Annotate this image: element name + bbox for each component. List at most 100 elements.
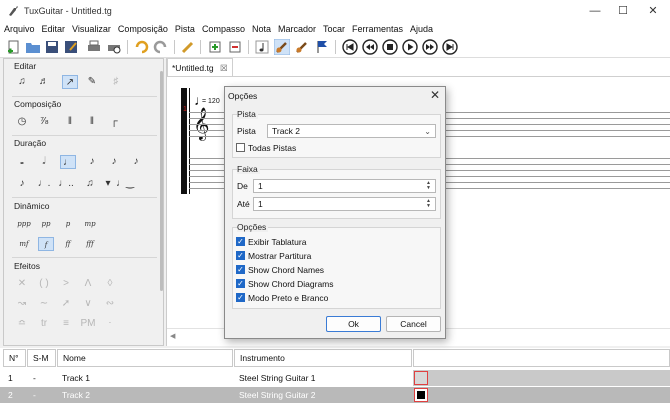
col-header-instrument[interactable]: Instrumento bbox=[234, 349, 412, 367]
col-header-solo-mute[interactable]: S-M bbox=[27, 349, 56, 367]
quarter-note-icon[interactable]: ♩ bbox=[60, 155, 76, 169]
alternate-ending-icon[interactable]: ┌ bbox=[106, 115, 122, 129]
track-solo-mute[interactable]: - bbox=[28, 387, 36, 403]
select-cursor-icon[interactable]: ↗ bbox=[62, 75, 78, 89]
table-row[interactable]: 2 - Track 2 Steel String Guitar 2 bbox=[0, 387, 670, 403]
mostrar-partitura-checkbox[interactable]: ✓ bbox=[236, 251, 245, 260]
time-signature-icon[interactable]: ⅞ bbox=[36, 115, 52, 129]
guitar-icon[interactable] bbox=[294, 39, 310, 55]
dynamic-mf-button[interactable]: mf bbox=[16, 237, 32, 251]
track-select[interactable]: Track 2 ⌄ bbox=[267, 124, 436, 138]
menu-arquivo[interactable]: Arquivo bbox=[4, 24, 35, 34]
add-track-icon[interactable] bbox=[207, 39, 223, 55]
heavy-accent-icon[interactable]: Λ bbox=[80, 277, 96, 291]
edit-chord-icon[interactable]: ♯ bbox=[108, 75, 124, 89]
tremolo-bar-icon[interactable]: ∼ bbox=[36, 297, 52, 311]
first-measure-icon[interactable] bbox=[342, 39, 358, 55]
tapping-icon[interactable]: ≏ bbox=[14, 317, 30, 331]
dynamic-pp-button[interactable]: pp bbox=[38, 217, 54, 231]
repeat-open-icon[interactable]: ‖ bbox=[62, 115, 78, 129]
menu-editar[interactable]: Editar bbox=[42, 24, 66, 34]
show-chord-names-checkbox[interactable]: ✓ bbox=[236, 265, 245, 274]
ghost-note-icon[interactable]: ( ) bbox=[36, 277, 52, 291]
menu-composicao[interactable]: Composição bbox=[118, 24, 168, 34]
measure-cell[interactable] bbox=[414, 388, 428, 402]
print-icon[interactable] bbox=[86, 39, 102, 55]
menu-pista[interactable]: Pista bbox=[175, 24, 195, 34]
scroll-left-icon[interactable]: ◀ bbox=[170, 332, 175, 340]
whole-note-icon[interactable]: 𝅝 bbox=[14, 155, 30, 169]
exibir-tablatura-checkbox[interactable]: ✓ bbox=[236, 237, 245, 246]
show-chord-diagrams-checkbox[interactable]: ✓ bbox=[236, 279, 245, 288]
marker-flag-icon[interactable] bbox=[314, 39, 330, 55]
edit-pencil-icon[interactable] bbox=[180, 39, 196, 55]
dynamic-ppp-button[interactable]: ppp bbox=[16, 217, 32, 231]
new-file-icon[interactable] bbox=[6, 39, 22, 55]
edit-pen-icon[interactable]: ✎ bbox=[84, 75, 100, 89]
measure-cell[interactable] bbox=[414, 371, 428, 385]
ate-spinner[interactable]: 1 ▲ ▼ bbox=[253, 197, 436, 211]
close-window-button[interactable]: ✕ bbox=[638, 0, 668, 22]
dialog-close-icon[interactable]: ✕ bbox=[430, 88, 440, 102]
tab-close-icon[interactable]: ☒ bbox=[220, 63, 228, 73]
minimize-button[interactable]: — bbox=[580, 0, 610, 22]
tremolo-picking-icon[interactable]: ≡ bbox=[58, 317, 74, 331]
edit-tab-icon[interactable]: ♬ bbox=[36, 75, 52, 89]
dotted-note-icon[interactable]: ♩. bbox=[36, 177, 52, 191]
dead-note-icon[interactable]: ✕ bbox=[14, 277, 30, 291]
dynamic-ff-button[interactable]: ff bbox=[60, 237, 76, 251]
col-header-num[interactable]: N° bbox=[3, 349, 26, 367]
tied-note-icon[interactable]: ♩‿ bbox=[116, 177, 134, 191]
menu-tocar[interactable]: Tocar bbox=[323, 24, 345, 34]
stop-icon[interactable] bbox=[382, 39, 398, 55]
play-icon[interactable] bbox=[402, 39, 418, 55]
menu-nota[interactable]: Nota bbox=[252, 24, 271, 34]
sixty-fourth-note-icon[interactable]: ♪ bbox=[14, 177, 30, 191]
spinner-arrows-icon[interactable]: ▲ ▼ bbox=[424, 181, 433, 191]
sixteenth-note-icon[interactable]: ♪ bbox=[106, 155, 122, 169]
open-file-icon[interactable] bbox=[25, 39, 41, 55]
de-spinner[interactable]: 1 ▲ ▼ bbox=[253, 179, 436, 193]
todas-pistas-checkbox[interactable] bbox=[236, 143, 245, 152]
tuplet-icon[interactable]: ♫ bbox=[82, 177, 98, 191]
redo-icon[interactable] bbox=[153, 39, 169, 55]
menu-ferramentas[interactable]: Ferramentas bbox=[352, 24, 403, 34]
dynamic-fff-button[interactable]: fff bbox=[82, 237, 98, 251]
edit-notes-icon[interactable]: ♫ bbox=[14, 75, 30, 89]
double-dotted-note-icon[interactable]: ♩.. bbox=[58, 177, 74, 191]
hammer-on-icon[interactable]: ∨ bbox=[80, 297, 96, 311]
bend-icon[interactable]: ↝ bbox=[14, 297, 30, 311]
menu-marcador[interactable]: Marcador bbox=[278, 24, 316, 34]
vibrato-icon[interactable]: ∾ bbox=[102, 297, 118, 311]
tempo-clock-icon[interactable]: ◷ bbox=[14, 115, 30, 129]
accent-icon[interactable]: > bbox=[58, 277, 74, 291]
tuplet-dropdown-icon[interactable]: ▾ bbox=[100, 177, 116, 191]
save-icon[interactable] bbox=[44, 39, 60, 55]
palm-mute-icon[interactable]: PM bbox=[80, 317, 96, 331]
menu-compasso[interactable]: Compasso bbox=[202, 24, 245, 34]
save-as-icon[interactable] bbox=[63, 39, 79, 55]
guitar-selected-icon[interactable] bbox=[274, 39, 290, 55]
spinner-arrows-icon[interactable]: ▲ ▼ bbox=[424, 199, 433, 209]
dynamic-mp-button[interactable]: mp bbox=[82, 217, 98, 231]
cancel-button[interactable]: Cancel bbox=[386, 316, 441, 332]
next-measure-icon[interactable] bbox=[422, 39, 438, 55]
tab-untitled[interactable]: *Untitled.tg ☒ bbox=[167, 58, 233, 76]
eighth-note-icon[interactable]: ♪ bbox=[84, 155, 100, 169]
previous-measure-icon[interactable] bbox=[362, 39, 378, 55]
remove-track-icon[interactable] bbox=[227, 39, 243, 55]
repeat-close-icon[interactable]: ‖ bbox=[84, 115, 100, 129]
undo-icon[interactable] bbox=[133, 39, 149, 55]
print-preview-icon[interactable] bbox=[106, 39, 122, 55]
staccato-icon[interactable]: ⋅ bbox=[102, 317, 118, 331]
modo-preto-branco-checkbox[interactable]: ✓ bbox=[236, 293, 245, 302]
thirty-second-note-icon[interactable]: ♪ bbox=[128, 155, 144, 169]
menu-visualizar[interactable]: Visualizar bbox=[72, 24, 111, 34]
half-note-icon[interactable]: 𝅗𝅥 bbox=[36, 155, 52, 169]
menu-ajuda[interactable]: Ajuda bbox=[410, 24, 433, 34]
ok-button[interactable]: Ok bbox=[326, 316, 381, 332]
track-solo-mute[interactable]: - bbox=[28, 370, 36, 386]
trill-icon[interactable]: tr bbox=[36, 317, 52, 331]
col-header-name[interactable]: Nome bbox=[57, 349, 233, 367]
slide-icon[interactable]: ➚ bbox=[58, 297, 74, 311]
